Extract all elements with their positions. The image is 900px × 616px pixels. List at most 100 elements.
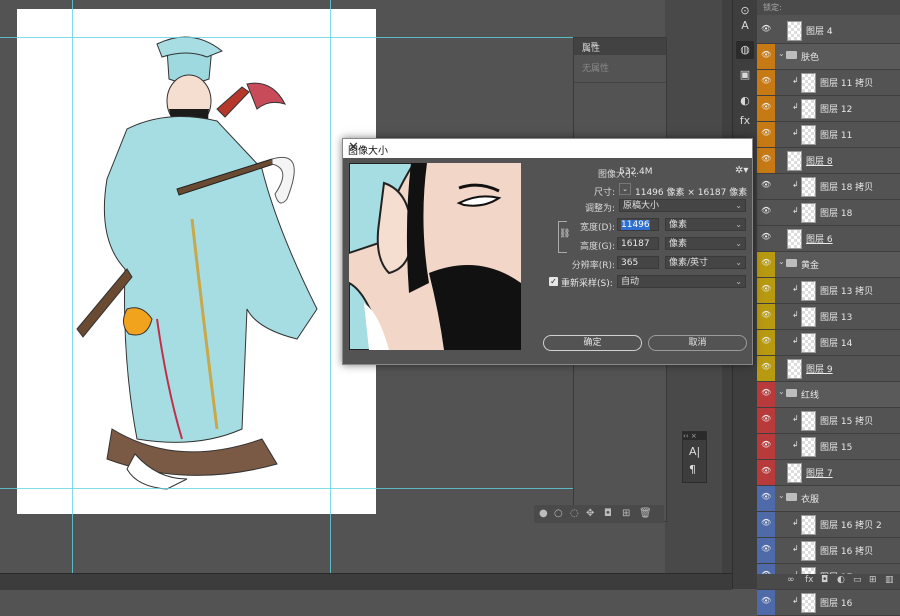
eye-icon[interactable]: 👁 bbox=[761, 310, 771, 320]
resolution-input[interactable]: 365 bbox=[617, 256, 659, 269]
adjustments-icon[interactable]: ◍ bbox=[736, 41, 754, 59]
anchor-icon[interactable]: ✥ bbox=[586, 508, 594, 519]
width-input[interactable]: 11496 bbox=[617, 218, 659, 231]
eye-icon[interactable]: 👁 bbox=[761, 284, 771, 294]
trash-icon[interactable]: 🗑 bbox=[639, 508, 652, 519]
chevron-down-icon[interactable]: ⌄ bbox=[778, 387, 785, 396]
layer-row[interactable]: 👁 ↲ 图层 18 拷贝 bbox=[757, 174, 900, 200]
layer-group-row[interactable]: 👁 ⌄ 肤色 bbox=[757, 44, 900, 70]
eye-icon[interactable]: 👁 bbox=[761, 492, 771, 502]
layer-row[interactable]: 👁 图层 4 bbox=[757, 18, 900, 44]
layer-thumbnail[interactable] bbox=[801, 411, 816, 431]
document-canvas[interactable] bbox=[17, 9, 376, 514]
eye-icon[interactable]: 👁 bbox=[761, 102, 771, 112]
fx-icon[interactable]: fx bbox=[805, 575, 814, 585]
layer-row[interactable]: 👁 ↲ 图层 16 拷贝 2 bbox=[757, 512, 900, 538]
eye-icon[interactable]: 👁 bbox=[761, 206, 771, 216]
layer-row[interactable]: 👁 ↲ 图层 15 bbox=[757, 434, 900, 460]
layer-thumbnail[interactable] bbox=[787, 21, 802, 41]
adjustment-layer-icon[interactable]: ◐ bbox=[837, 575, 845, 585]
properties-tab[interactable]: 属性 » ≡ bbox=[574, 38, 666, 55]
eye-icon[interactable]: 👁 bbox=[761, 180, 771, 190]
eye-icon[interactable]: 👁 bbox=[761, 596, 771, 606]
layer-thumbnail[interactable] bbox=[787, 151, 802, 171]
layer-thumbnail[interactable] bbox=[801, 307, 816, 327]
layer-thumbnail[interactable] bbox=[801, 203, 816, 223]
layer-thumbnail[interactable] bbox=[801, 99, 816, 119]
layer-thumbnail[interactable] bbox=[801, 541, 816, 561]
eye-icon[interactable]: 👁 bbox=[761, 466, 771, 476]
layer-row[interactable]: 👁 ↲ 图层 13 bbox=[757, 304, 900, 330]
folder-icon[interactable]: ▭ bbox=[853, 575, 862, 585]
dashed-circle-icon[interactable]: ◌ bbox=[570, 508, 579, 519]
styles-icon[interactable]: fx bbox=[736, 112, 754, 130]
paragraph-icon[interactable]: ¶ bbox=[689, 463, 696, 476]
eye-icon[interactable]: 👁 bbox=[761, 154, 771, 164]
eye-icon[interactable]: 👁 bbox=[761, 440, 771, 450]
close-icon[interactable]: ✕ bbox=[348, 140, 746, 155]
ok-button[interactable]: 确定 bbox=[543, 335, 642, 351]
layer-thumbnail[interactable] bbox=[801, 177, 816, 197]
chevron-down-icon[interactable]: ⌄ bbox=[778, 49, 785, 58]
mini-palette-header[interactable]: ‹‹ × bbox=[683, 432, 706, 440]
gear-icon[interactable]: ✲▾ bbox=[735, 165, 748, 176]
character-panel-icon[interactable]: A bbox=[736, 17, 754, 35]
mask-icon[interactable]: ◘ bbox=[604, 508, 612, 519]
eye-icon[interactable]: 👁 bbox=[761, 128, 771, 138]
layer-thumbnail[interactable] bbox=[801, 281, 816, 301]
color-icon[interactable]: ◐ bbox=[736, 92, 754, 110]
resample-select[interactable]: 自动 ⌄ bbox=[617, 275, 746, 288]
layer-thumbnail[interactable] bbox=[801, 515, 816, 535]
eye-icon[interactable]: 👁 bbox=[761, 388, 771, 398]
layer-thumbnail[interactable] bbox=[801, 73, 816, 93]
layer-row[interactable]: 👁 ↲ 图层 18 bbox=[757, 200, 900, 226]
layer-thumbnail[interactable] bbox=[801, 437, 816, 457]
resolution-unit-select[interactable]: 像素/英寸 ⌄ bbox=[665, 256, 746, 269]
resample-checkbox[interactable]: ✓ bbox=[549, 277, 558, 286]
link-layers-icon[interactable]: ∞ bbox=[787, 575, 795, 585]
eye-icon[interactable]: 👁 bbox=[761, 544, 771, 554]
eye-icon[interactable]: 👁 bbox=[761, 362, 771, 372]
layer-row[interactable]: 👁 ↲ 图层 13 拷贝 bbox=[757, 278, 900, 304]
dialog-titlebar[interactable]: 图像大小 ✕ bbox=[343, 139, 752, 158]
layer-row[interactable]: 👁 图层 9 bbox=[757, 356, 900, 382]
new-icon[interactable]: ⊞ bbox=[622, 508, 630, 519]
layer-row[interactable]: 👁 图层 8 bbox=[757, 148, 900, 174]
panel-menu-icon[interactable]: » ≡ bbox=[582, 40, 660, 50]
layer-row[interactable]: 👁 图层 7 bbox=[757, 460, 900, 486]
cancel-button[interactable]: 取消 bbox=[648, 335, 747, 351]
height-input[interactable]: 16187 bbox=[617, 237, 659, 250]
layer-thumbnail[interactable] bbox=[787, 229, 802, 249]
eye-icon[interactable]: 👁 bbox=[761, 414, 771, 424]
layer-thumbnail[interactable] bbox=[787, 359, 802, 379]
circle-icon[interactable]: ○ bbox=[554, 508, 563, 519]
layer-row[interactable]: 👁 ↲ 图层 15 拷贝 bbox=[757, 408, 900, 434]
chevron-down-icon[interactable]: ⌄ bbox=[778, 257, 785, 266]
eye-icon[interactable]: 👁 bbox=[761, 518, 771, 528]
layer-group-row[interactable]: 👁 ⌄ 红线 bbox=[757, 382, 900, 408]
layer-row[interactable]: 👁 ↲ 图层 11 拷贝 bbox=[757, 70, 900, 96]
layer-group-row[interactable]: 👁 ⌄ 衣服 bbox=[757, 486, 900, 512]
layer-row[interactable]: 👁 图层 6 bbox=[757, 226, 900, 252]
circle-filled-icon[interactable]: ● bbox=[539, 508, 548, 519]
layer-thumbnail[interactable] bbox=[801, 125, 816, 145]
new-layer-icon[interactable]: ⊞ bbox=[869, 575, 877, 585]
trash-icon[interactable]: ▥ bbox=[885, 575, 894, 585]
layer-thumbnail[interactable] bbox=[787, 463, 802, 483]
image-preview[interactable] bbox=[349, 163, 521, 350]
layer-row[interactable]: 👁 ↲ 图层 16 拷贝 bbox=[757, 538, 900, 564]
eye-icon[interactable]: 👁 bbox=[761, 50, 771, 60]
layer-row[interactable]: 👁 ↲ 图层 12 bbox=[757, 96, 900, 122]
fit-to-select[interactable]: 原稿大小 ⌄ bbox=[619, 199, 746, 212]
layer-group-row[interactable]: 👁 ⌄ 黄金 bbox=[757, 252, 900, 278]
layer-row[interactable]: 👁 ↲ 图层 16 bbox=[757, 590, 900, 616]
eye-icon[interactable]: 👁 bbox=[761, 336, 771, 346]
layer-thumbnail[interactable] bbox=[801, 593, 816, 613]
character-icon[interactable]: A| bbox=[689, 445, 700, 458]
chevron-down-icon[interactable]: ⌄ bbox=[778, 491, 785, 500]
eye-icon[interactable]: 👁 bbox=[761, 76, 771, 86]
eye-icon[interactable]: 👁 bbox=[761, 24, 771, 34]
layer-row[interactable]: 👁 ↲ 图层 14 bbox=[757, 330, 900, 356]
eye-icon[interactable]: 👁 bbox=[761, 232, 771, 242]
dimensions-dropdown-icon[interactable]: ⌄ bbox=[619, 183, 631, 195]
